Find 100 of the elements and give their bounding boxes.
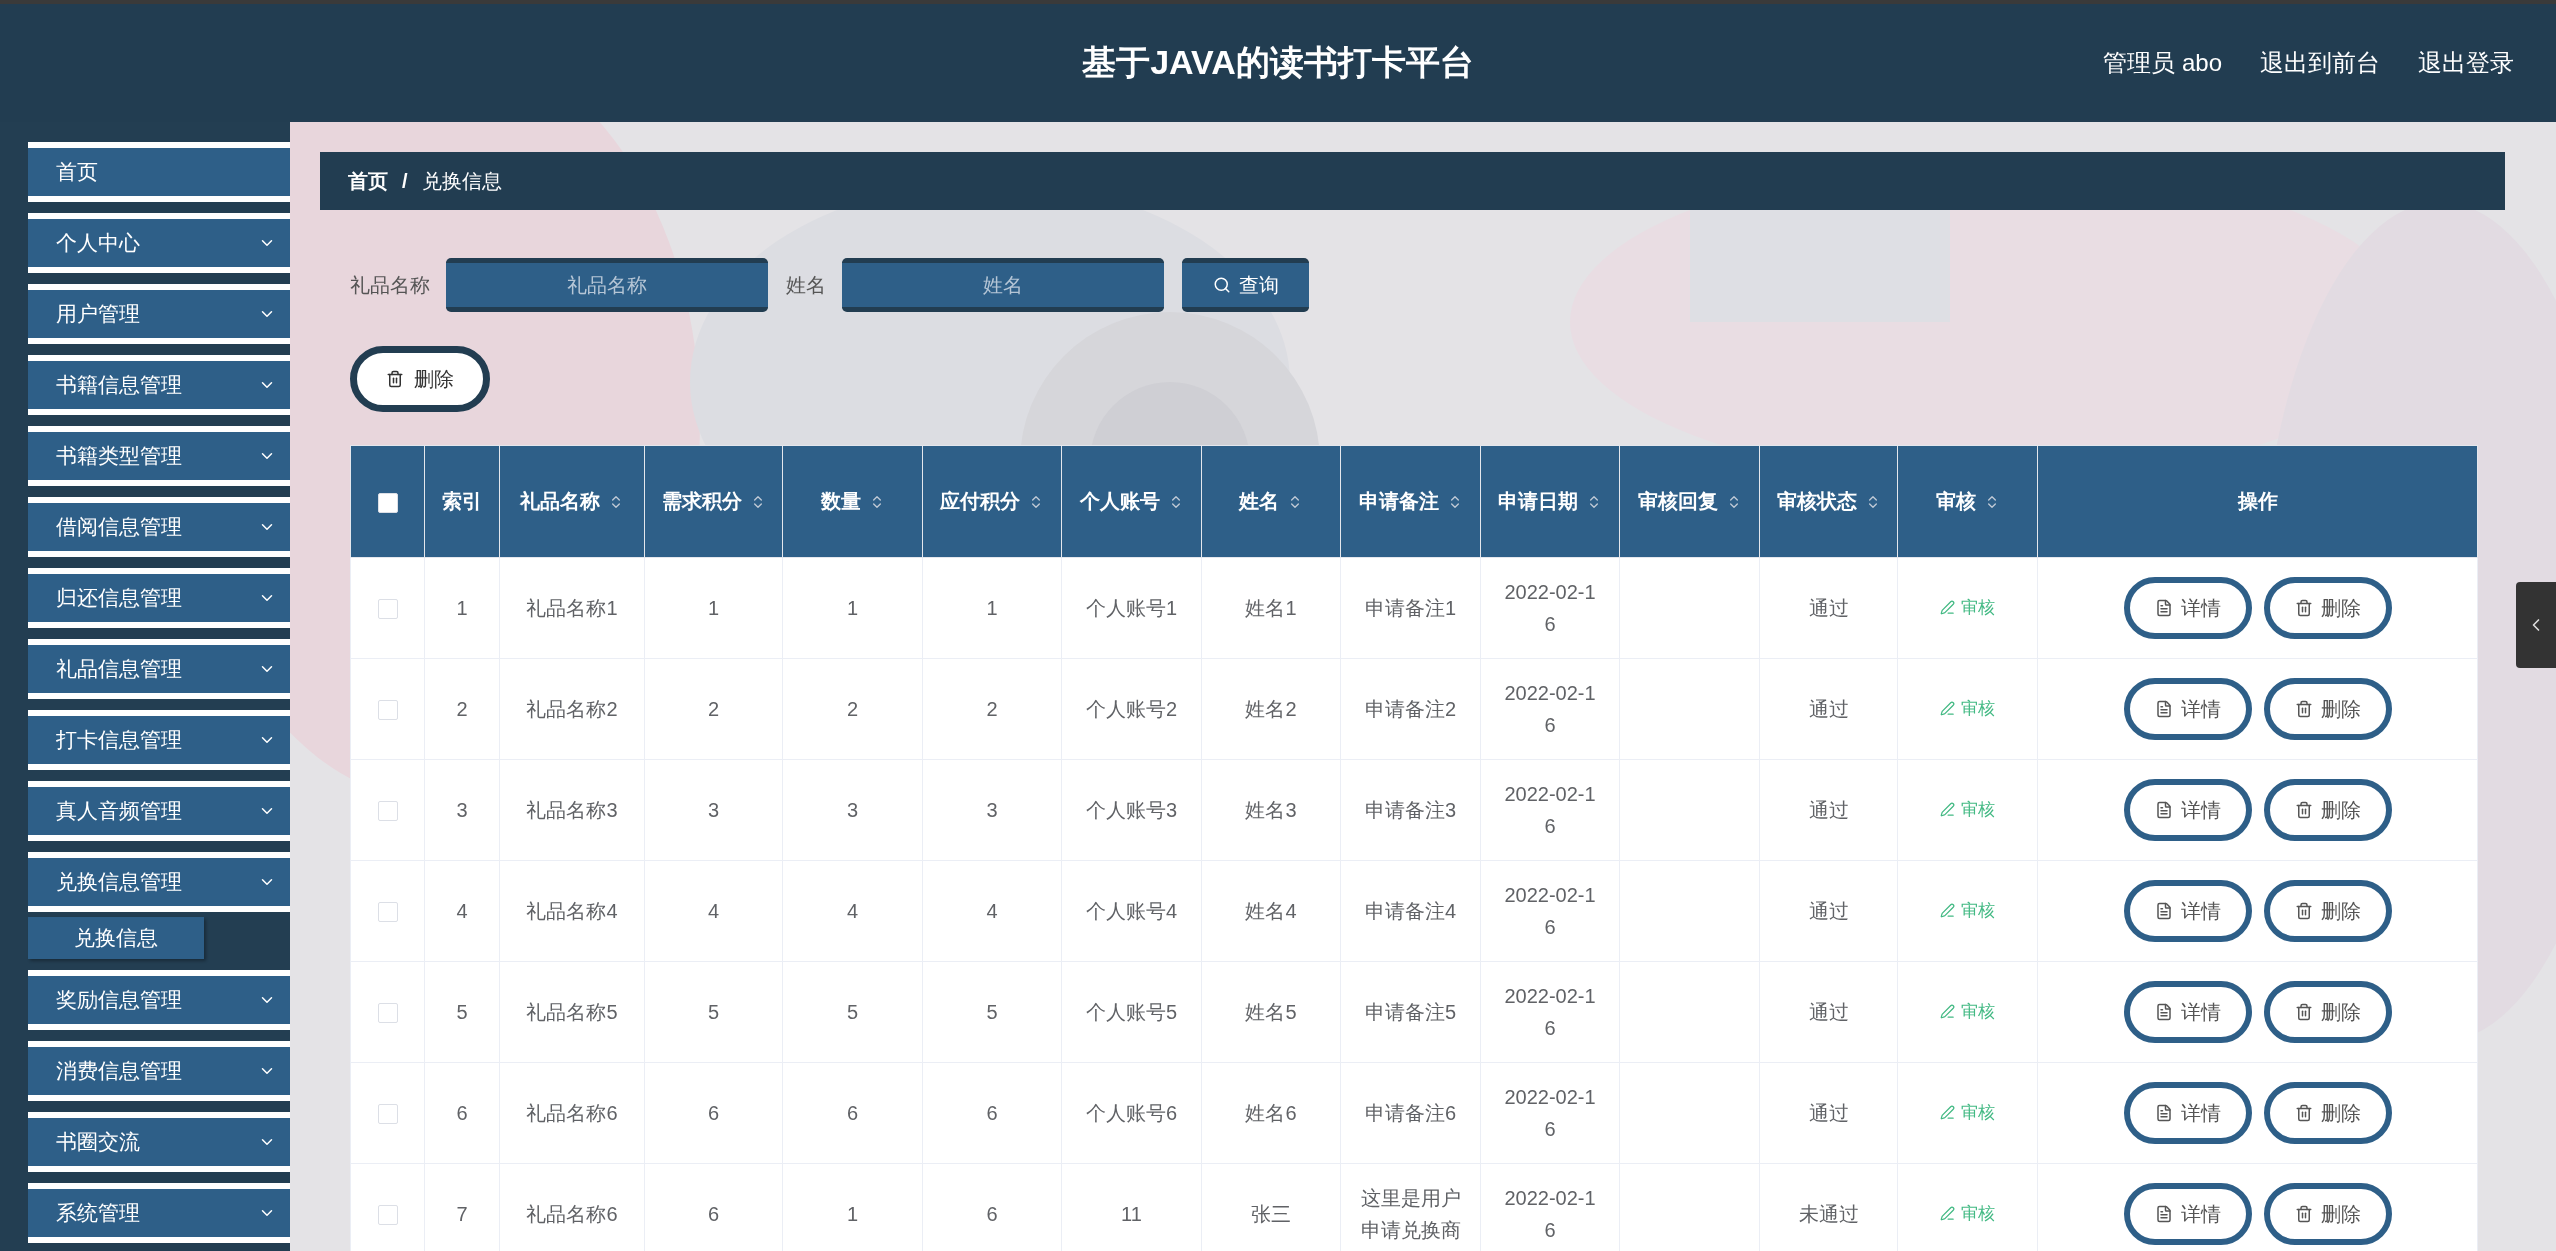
delete-button[interactable]: 删除: [2263, 779, 2392, 841]
details-button[interactable]: 详情: [2123, 678, 2252, 740]
row-checkbox[interactable]: [377, 1104, 398, 1125]
submenu-item[interactable]: 兑换信息: [28, 917, 204, 959]
menu-item[interactable]: 消费信息管理: [28, 1041, 290, 1101]
table-cell-text: 通过: [1808, 697, 1849, 722]
details-button[interactable]: 详情: [2123, 981, 2252, 1043]
menu-item[interactable]: 用户管理: [28, 284, 290, 344]
column-header[interactable]: 姓名: [1201, 445, 1341, 558]
menu-item[interactable]: 系统管理: [28, 1183, 290, 1243]
delete-button[interactable]: 删除: [2263, 880, 2392, 942]
table-cell-text: 申请备注5: [1364, 1000, 1457, 1025]
delete-button[interactable]: 删除: [2263, 1082, 2392, 1144]
menu-item[interactable]: 兑换信息管理: [28, 852, 290, 912]
menu-item[interactable]: 书籍类型管理: [28, 426, 290, 486]
document-icon: [2154, 801, 2173, 819]
menu-item[interactable]: 奖励信息管理: [28, 970, 290, 1030]
column-header[interactable]: 审核: [1897, 445, 2038, 558]
menu-item[interactable]: 借阅信息管理: [28, 497, 290, 557]
header-link[interactable]: 退出到前台: [2260, 47, 2380, 79]
table-cell-text: 张三: [1251, 1202, 1291, 1227]
table-cell-text: 未通过: [1798, 1202, 1859, 1227]
table-cell-text: 3: [707, 798, 720, 823]
column-header[interactable]: 需求积分: [644, 445, 783, 558]
column-header[interactable]: 申请日期: [1480, 445, 1620, 558]
row-checkbox[interactable]: [377, 902, 398, 923]
details-button[interactable]: 详情: [2123, 577, 2252, 639]
column-header[interactable]: 个人账号: [1061, 445, 1202, 558]
table-cell-text: 11: [1121, 1202, 1142, 1227]
document-icon: [2154, 700, 2173, 718]
column-header[interactable]: 数量: [782, 445, 923, 558]
delete-button[interactable]: 删除: [2263, 577, 2392, 639]
search-field[interactable]: 姓名: [842, 258, 1164, 312]
table-cell-text: 4: [456, 899, 468, 924]
column-header[interactable]: 礼品名称: [499, 445, 645, 558]
table-cell-text: 5: [707, 1000, 720, 1025]
table-cell-text: 个人账号1: [1085, 596, 1178, 621]
table-cell-text: 3: [846, 798, 859, 823]
menu-item[interactable]: 书圈交流: [28, 1112, 290, 1172]
details-button[interactable]: 详情: [2123, 880, 2252, 942]
table-cell-text: 个人账号6: [1085, 1101, 1178, 1126]
details-button[interactable]: 详情: [2123, 1183, 2252, 1245]
menu-item[interactable]: 礼品信息管理: [28, 639, 290, 699]
pencil-icon: [1940, 1206, 1955, 1221]
table-cell-text: 4: [707, 899, 720, 924]
menu-item[interactable]: 首页: [28, 142, 290, 202]
table-cell-text: 礼品名称2: [526, 697, 618, 722]
row-checkbox[interactable]: [377, 599, 398, 620]
delete-button[interactable]: 删除: [350, 346, 490, 412]
table-cell-text: 姓名2: [1245, 697, 1297, 722]
table-cell-text: 礼品名称1: [526, 596, 618, 621]
header-link[interactable]: 退出登录: [2418, 47, 2514, 79]
table-cell-text: 3: [986, 798, 998, 823]
table-cell-text: 2: [456, 697, 468, 722]
details-button[interactable]: 详情: [2123, 779, 2252, 841]
table-cell-text: 6: [456, 1101, 468, 1126]
row-checkbox[interactable]: [377, 1205, 398, 1226]
row-checkbox[interactable]: [377, 700, 398, 721]
breadcrumb-link[interactable]: 兑换信息: [421, 167, 502, 195]
table-cell-text: 姓名5: [1245, 1000, 1297, 1025]
delete-button[interactable]: 删除: [2263, 678, 2392, 740]
user-label: 管理员 abo: [2103, 48, 2222, 78]
row-checkbox[interactable]: [377, 1003, 398, 1024]
search-button[interactable]: 查询: [1182, 258, 1309, 312]
table-cell-text: 这里是用户申请兑换商: [1360, 1186, 1461, 1243]
search-icon: [1212, 276, 1231, 294]
table-cell-text: 姓名4: [1245, 899, 1297, 924]
table-cell-text: 申请备注1: [1364, 596, 1457, 621]
delete-button[interactable]: 删除: [2263, 1183, 2392, 1245]
table-cell-text: 礼品名称4: [526, 899, 618, 924]
column-header[interactable]: 审核回复: [1619, 445, 1760, 558]
column-header[interactable]: 索引: [424, 445, 500, 558]
table-cell-text: 个人账号5: [1085, 1000, 1178, 1025]
row-checkbox[interactable]: [377, 801, 398, 822]
table-cell-text: 礼品名称6: [526, 1202, 618, 1227]
table-cell-text: 4: [986, 899, 998, 924]
menu-item[interactable]: 真人音频管理: [28, 781, 290, 841]
delete-button[interactable]: 删除: [2263, 981, 2392, 1043]
column-header[interactable]: 申请备注: [1340, 445, 1481, 558]
column-header[interactable]: 应付积分: [922, 445, 1062, 558]
menu-item[interactable]: 打卡信息管理: [28, 710, 290, 770]
breadcrumb-link[interactable]: 首页: [348, 167, 388, 195]
pencil-icon: [1940, 1004, 1955, 1019]
table-cell-text: 2: [846, 697, 859, 722]
select-all-checkbox[interactable]: [377, 492, 398, 513]
table-cell-text: 个人账号3: [1085, 798, 1178, 823]
menu-item[interactable]: 个人中心: [28, 213, 290, 273]
table-cell-text: 通过: [1808, 798, 1849, 823]
menu-item[interactable]: 书籍信息管理: [28, 355, 290, 415]
column-header[interactable]: 审核状态: [1759, 445, 1898, 558]
field-label: 姓名: [786, 272, 826, 298]
document-icon: [2154, 1104, 2173, 1122]
trash-icon: [2294, 1003, 2313, 1021]
menu-item[interactable]: 归还信息管理: [28, 568, 290, 628]
details-button[interactable]: 详情: [2123, 1082, 2252, 1144]
table-cell-text: 申请备注2: [1364, 697, 1457, 722]
collapse-tab[interactable]: [2516, 582, 2556, 668]
search-field[interactable]: 礼品名称: [446, 258, 768, 312]
column-header[interactable]: 操作: [2037, 445, 2478, 558]
table-cell-text: 申请备注3: [1364, 798, 1457, 823]
